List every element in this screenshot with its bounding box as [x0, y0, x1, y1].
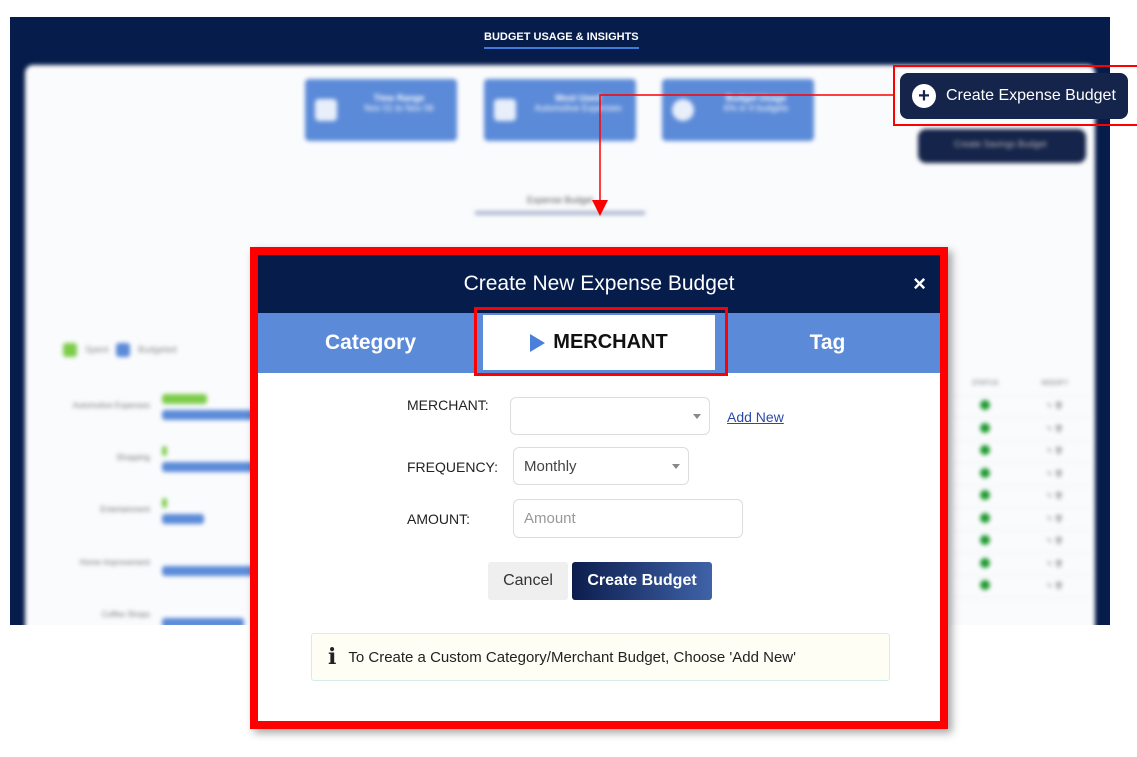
play-icon	[530, 333, 546, 352]
frequency-label: FREQUENCY:	[407, 459, 499, 475]
button-label: Create Expense Budget	[946, 87, 1116, 104]
info-icon: i	[328, 644, 337, 670]
frequency-value: Monthly	[524, 457, 577, 475]
tab-tag[interactable]: Tag	[715, 313, 940, 373]
frequency-select[interactable]: Monthly	[513, 447, 689, 485]
tab-merchant[interactable]: MERCHANT	[483, 315, 715, 370]
create-expense-budget-button[interactable]: + Create Expense Budget	[900, 73, 1128, 119]
modal-title: Create New Expense Budget	[463, 272, 735, 295]
close-icon[interactable]: ×	[913, 255, 926, 313]
merchant-label: MERCHANT:	[407, 397, 489, 413]
info-text: To Create a Custom Category/Merchant Bud…	[348, 648, 796, 666]
amount-label: AMOUNT:	[407, 511, 470, 527]
tab-category[interactable]: Category	[258, 313, 483, 373]
tab-label: MERCHANT	[553, 331, 668, 353]
cancel-button[interactable]: Cancel	[488, 562, 568, 600]
create-expense-budget-modal: Create New Expense Budget × Category MERC…	[250, 247, 948, 729]
amount-input[interactable]: Amount	[513, 499, 743, 538]
chevron-down-icon	[672, 464, 680, 469]
plus-circle-icon: +	[912, 84, 936, 108]
budget-type-tabs: Category MERCHANT Tag	[258, 307, 940, 376]
merchant-select[interactable]	[510, 397, 710, 435]
add-new-link[interactable]: Add New	[727, 409, 784, 425]
create-budget-button[interactable]: Create Budget	[572, 562, 712, 600]
chevron-down-icon	[693, 414, 701, 419]
modal-header: Create New Expense Budget ×	[258, 255, 940, 313]
info-banner: i To Create a Custom Category/Merchant Bu…	[311, 633, 890, 681]
